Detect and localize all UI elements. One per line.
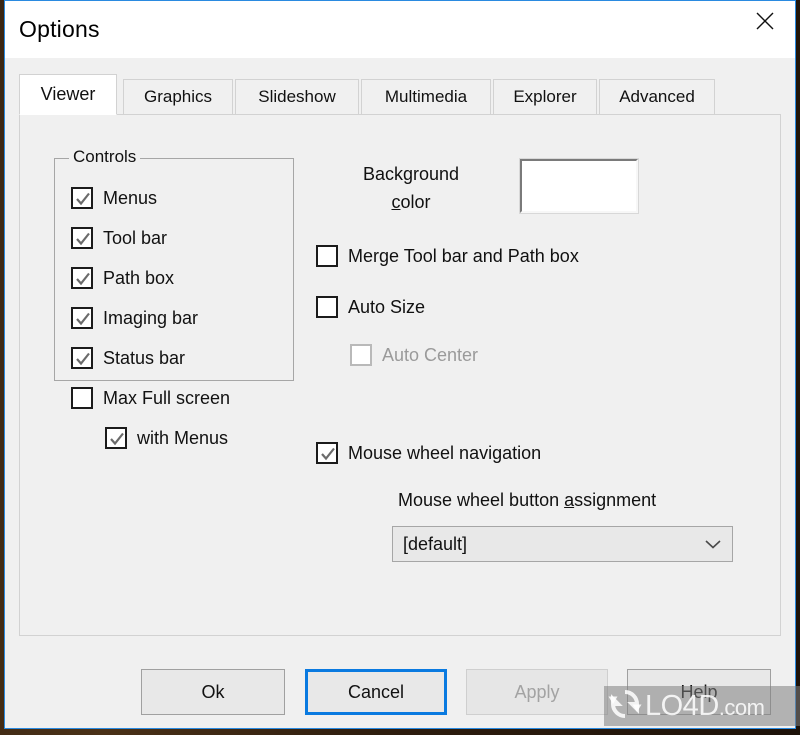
background-color-label-line2: color (391, 192, 431, 212)
chevron-down-icon[interactable] (694, 538, 732, 550)
checkbox-box (316, 442, 338, 464)
checkbox-menus[interactable]: Menus (71, 187, 157, 209)
checkbox-label: Auto Size (348, 297, 426, 317)
checkbox-merge-toolbar-pathbox[interactable]: Merge Tool bar and Path box (316, 245, 579, 267)
background-color-label: Background color (336, 160, 486, 216)
checkbox-label: with Menus (137, 428, 229, 448)
checkbox-label: Max Full screen (103, 388, 231, 408)
mouse-wheel-assignment-select[interactable]: [default] (392, 526, 733, 562)
apply-button: Apply (466, 669, 608, 715)
ok-button[interactable]: Ok (141, 669, 285, 715)
checkbox-label: Menus (103, 188, 158, 208)
checkbox-label: Imaging bar (103, 308, 199, 328)
checkbox-box (71, 227, 93, 249)
checkbox-with-menus[interactable]: with Menus (105, 427, 228, 449)
checkbox-box (316, 296, 338, 318)
dialog-client-area: Viewer Graphics Slideshow Multimedia Exp… (5, 58, 795, 728)
close-button[interactable] (735, 1, 795, 41)
checkbox-status-bar[interactable]: Status bar (71, 347, 185, 369)
checkbox-max-full-screen[interactable]: Max Full screen (71, 387, 230, 409)
background-color-swatch[interactable] (519, 158, 639, 214)
checkbox-tool-bar[interactable]: Tool bar (71, 227, 167, 249)
checkbox-box (71, 267, 93, 289)
tab-multimedia[interactable]: Multimedia (361, 79, 491, 114)
checkbox-path-box[interactable]: Path box (71, 267, 174, 289)
checkbox-label: Tool bar (103, 228, 168, 248)
checkbox-box (71, 307, 93, 329)
viewer-tab-panel: Controls Menus Tool bar Path box Imaging… (19, 114, 781, 636)
checkbox-label: Path box (103, 268, 175, 288)
tab-graphics[interactable]: Graphics (123, 79, 233, 114)
checkbox-label: Mouse wheel navigation (348, 443, 542, 463)
tab-advanced[interactable]: Advanced (599, 79, 715, 114)
checkbox-imaging-bar[interactable]: Imaging bar (71, 307, 198, 329)
title-bar: Options (5, 1, 795, 58)
checkbox-mouse-wheel-navigation[interactable]: Mouse wheel navigation (316, 442, 541, 464)
options-dialog-window: Options Viewer Graphics Slideshow Multim… (4, 0, 796, 729)
checkbox-box (316, 245, 338, 267)
background-color-label-line1: Background (362, 164, 460, 184)
help-button[interactable]: Help (627, 669, 771, 715)
mouse-wheel-assignment-label: Mouse wheel button assignment (398, 490, 657, 510)
tab-slideshow[interactable]: Slideshow (235, 79, 359, 114)
tab-explorer[interactable]: Explorer (493, 79, 597, 114)
checkbox-box (105, 427, 127, 449)
checkbox-auto-size[interactable]: Auto Size (316, 296, 425, 318)
controls-group-legend: Controls (69, 147, 141, 167)
tab-viewer[interactable]: Viewer (19, 74, 117, 115)
checkbox-box (350, 344, 372, 366)
window-title: Options (19, 16, 100, 42)
checkbox-label: Status bar (103, 348, 186, 368)
checkbox-label: Merge Tool bar and Path box (348, 246, 579, 266)
checkbox-box (71, 387, 93, 409)
cancel-button[interactable]: Cancel (305, 669, 447, 715)
tab-strip: Viewer Graphics Slideshow Multimedia Exp… (19, 74, 781, 115)
mouse-wheel-assignment-value: [default] (403, 533, 468, 554)
checkbox-auto-center: Auto Center (350, 344, 478, 366)
checkbox-label: Auto Center (382, 345, 479, 365)
checkbox-box (71, 347, 93, 369)
checkbox-box (71, 187, 93, 209)
controls-group-box: Controls Menus Tool bar Path box Imaging… (54, 147, 294, 449)
close-icon (755, 11, 775, 31)
